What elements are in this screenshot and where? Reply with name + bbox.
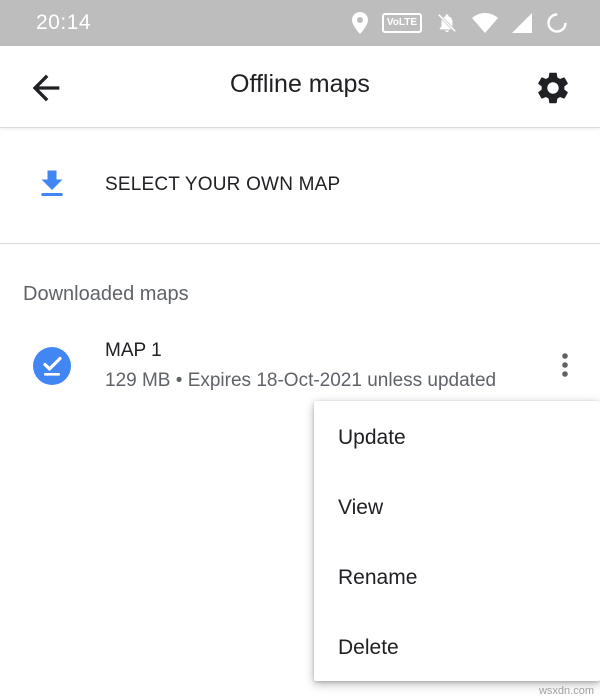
more-options-button[interactable]: [548, 348, 582, 386]
location-icon: [351, 12, 368, 34]
menu-item-label: Delete: [338, 636, 399, 659]
offline-maps-screen: 20:14 VoLTE Offline maps SELECT YOUR OWN…: [0, 0, 600, 699]
menu-item-rename[interactable]: Rename: [314, 543, 600, 613]
map-details: 129 MB • Expires 18-Oct-2021 unless upda…: [105, 370, 497, 391]
status-time: 20:14: [36, 11, 92, 34]
menu-item-view[interactable]: View: [314, 473, 600, 543]
settings-button[interactable]: [534, 69, 572, 107]
status-icons: VoLTE: [351, 10, 568, 36]
page-title: Offline maps: [230, 70, 370, 98]
battery-icon: [547, 13, 567, 33]
status-bar: 20:14 VoLTE: [0, 0, 600, 46]
watermark: wsxdn.com: [538, 685, 594, 697]
volte-icon: VoLTE: [381, 13, 422, 33]
menu-item-update[interactable]: Update: [314, 403, 600, 473]
menu-item-label: Update: [338, 426, 406, 449]
downloaded-maps-header: Downloaded maps: [23, 283, 189, 305]
menu-item-label: View: [338, 496, 384, 519]
app-bar: Offline maps: [0, 46, 600, 128]
gear-icon: [538, 72, 568, 104]
signal-icon: [512, 13, 532, 33]
check-circle-icon: [33, 347, 71, 385]
select-own-map-row[interactable]: SELECT YOUR OWN MAP: [0, 128, 600, 244]
map-list-item[interactable]: MAP 1 129 MB • Expires 18-Oct-2021 unles…: [0, 330, 600, 406]
map-name: MAP 1: [105, 340, 162, 361]
download-icon: [41, 170, 63, 196]
do-not-disturb-icon: [437, 13, 457, 33]
menu-item-delete[interactable]: Delete: [314, 613, 600, 683]
map-options-menu: Update View Rename Delete: [314, 401, 600, 681]
select-own-map-label: SELECT YOUR OWN MAP: [105, 174, 341, 195]
more-vert-icon: [562, 353, 568, 377]
wifi-icon: [472, 13, 498, 33]
menu-item-label: Rename: [338, 566, 418, 589]
